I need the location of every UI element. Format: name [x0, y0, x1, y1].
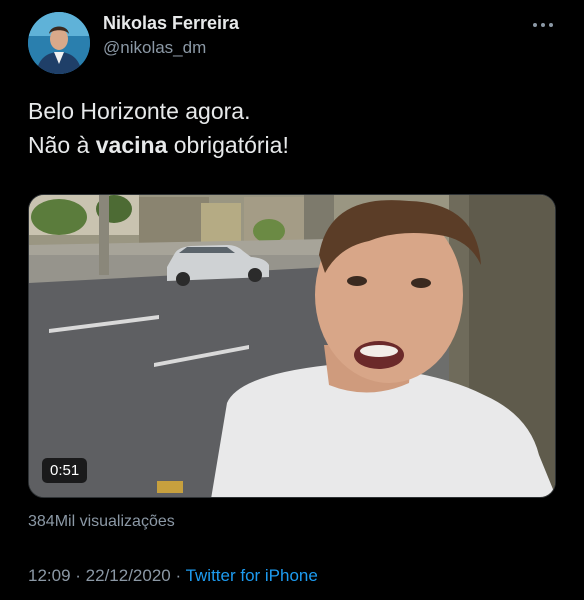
author-name[interactable]: Nikolas Ferreira — [103, 13, 239, 34]
video-player[interactable]: 0:51 — [28, 194, 556, 498]
video-duration: 0:51 — [42, 458, 88, 483]
tweet-date[interactable]: 22/12/2020 — [86, 566, 171, 585]
tweet-text-prefix: Não à — [28, 132, 96, 158]
tweet-source-link[interactable]: Twitter for iPhone — [186, 566, 318, 585]
meta-separator: · — [170, 566, 186, 585]
avatar[interactable] — [28, 12, 90, 74]
tweet-meta: 12:09 · 22/12/2020 · Twitter for iPhone — [28, 566, 318, 586]
view-count: 384Mil visualizações — [28, 513, 175, 530]
avatar-image — [28, 12, 90, 74]
tweet-text-line-1: Belo Horizonte agora. — [28, 98, 251, 124]
tweet-text-bold: vacina — [95, 132, 168, 158]
author-handle[interactable]: @nikolas_dm — [103, 38, 206, 58]
video-thumbnail — [29, 195, 555, 497]
tweet-text: Belo Horizonte agora. Não à vacina obrig… — [28, 94, 548, 162]
tweet-text-line-2: Não à vacina obrigatória! — [28, 128, 548, 162]
tweet-container: Nikolas Ferreira @nikolas_dm Belo Horizo… — [0, 0, 584, 600]
more-horizontal-icon[interactable] — [528, 18, 558, 32]
more-dot — [541, 23, 545, 27]
more-dot — [533, 23, 537, 27]
meta-separator: · — [70, 566, 86, 585]
tweet-text-suffix: obrigatória! — [167, 132, 289, 158]
tweet-time[interactable]: 12:09 — [28, 566, 71, 585]
more-dot — [549, 23, 553, 27]
